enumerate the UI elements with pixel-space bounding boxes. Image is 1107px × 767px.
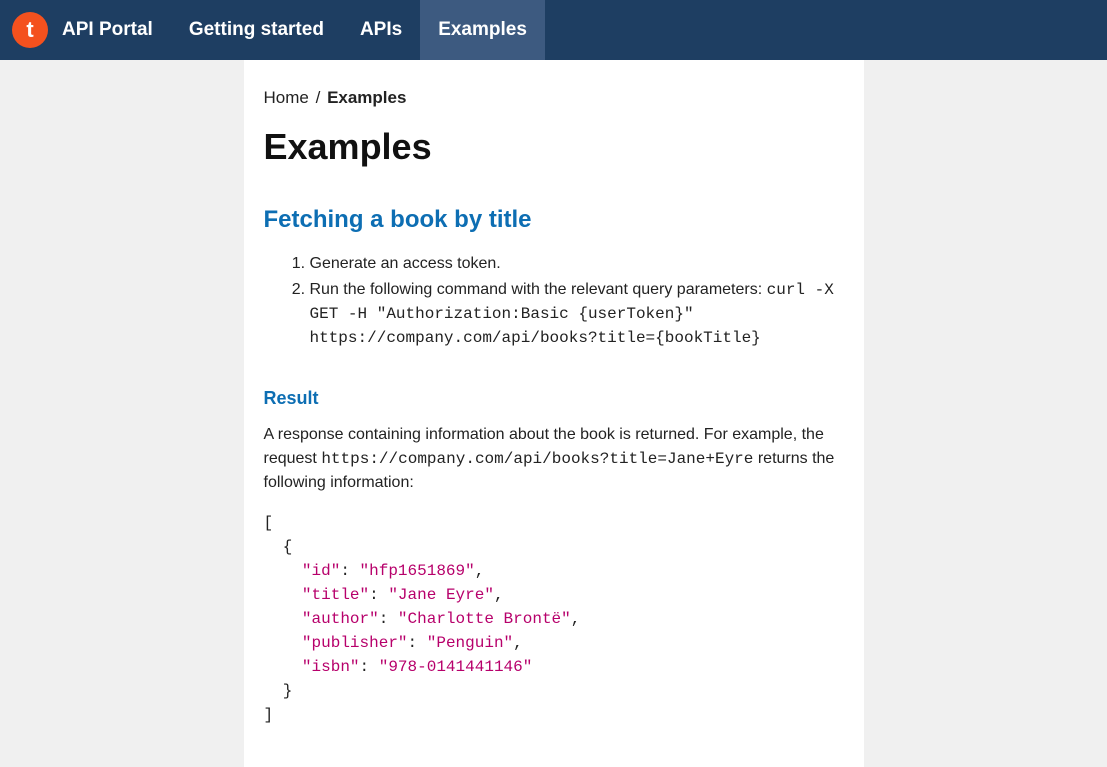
- content-wrapper: Home / Examples Examples Fetching a book…: [0, 60, 1107, 767]
- json-response: [ { "id": "hfp1651869", "title": "Jane E…: [264, 511, 844, 727]
- logo-area[interactable]: t API Portal: [0, 12, 171, 48]
- result-text: A response containing information about …: [264, 423, 844, 495]
- logo-icon: t: [12, 12, 48, 48]
- breadcrumb: Home / Examples: [264, 88, 844, 108]
- navbar: t API Portal Getting started APIs Exampl…: [0, 0, 1107, 60]
- breadcrumb-home[interactable]: Home: [264, 88, 309, 107]
- breadcrumb-separator: /: [316, 88, 321, 107]
- nav-apis[interactable]: APIs: [342, 0, 420, 60]
- nav-getting-started[interactable]: Getting started: [171, 0, 342, 60]
- content: Home / Examples Examples Fetching a book…: [244, 60, 864, 767]
- step-2-text: Run the following command with the relev…: [310, 281, 767, 298]
- section-title: Fetching a book by title: [264, 206, 844, 234]
- step-1: Generate an access token.: [310, 252, 844, 276]
- step-2: Run the following command with the relev…: [310, 278, 844, 350]
- logo-letter: t: [26, 19, 33, 41]
- steps-list: Generate an access token. Run the follow…: [264, 252, 844, 350]
- logo-text: API Portal: [62, 19, 153, 41]
- nav-examples[interactable]: Examples: [420, 0, 545, 60]
- result-text-code: https://company.com/api/books?title=Jane…: [321, 450, 753, 468]
- page-title: Examples: [264, 126, 844, 168]
- result-heading: Result: [264, 388, 844, 409]
- breadcrumb-current: Examples: [327, 88, 406, 107]
